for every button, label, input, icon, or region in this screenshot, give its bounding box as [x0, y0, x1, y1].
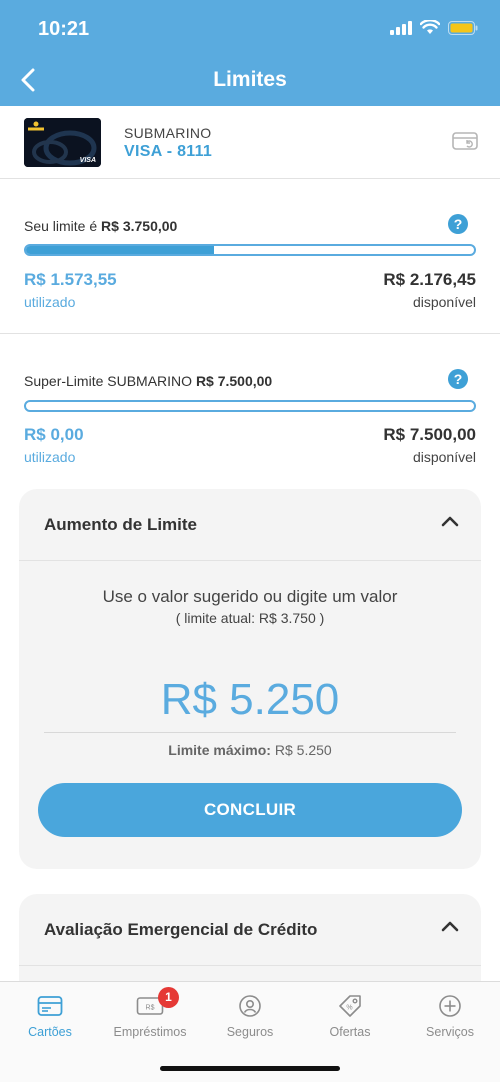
tab-servicos[interactable]: Serviços: [400, 992, 500, 1039]
max-limit-value: R$ 5.250: [270, 742, 332, 758]
plus-circle-icon: [439, 995, 461, 1017]
tab-label: Serviços: [426, 1025, 474, 1039]
home-indicator: [160, 1066, 340, 1071]
tab-label: Ofertas: [329, 1025, 371, 1039]
emergency-credit-header[interactable]: Avaliação Emergencial de Crédito: [19, 894, 481, 966]
super-limit-available-amount: R$ 7.500,00: [383, 425, 476, 444]
super-limit-help-icon[interactable]: ?: [448, 369, 468, 389]
super-limit-value: R$ 7.500,00: [195, 373, 273, 389]
status-time: 10:21: [38, 18, 90, 40]
tab-label: Empréstimos: [113, 1025, 187, 1039]
current-limit-note: ( limite atual: R$ 3.750 ): [175, 610, 325, 626]
battery-icon: [448, 20, 478, 35]
card-image: VISA: [24, 118, 101, 167]
tag-icon: %: [339, 995, 361, 1017]
super-limit-used-amount: R$ 0,00: [24, 425, 84, 444]
limit-help-icon[interactable]: ?: [448, 214, 468, 234]
limit-increase-panel: Aumento de Limite Use o valor sugerido o…: [19, 489, 481, 869]
limit-progress-fill: [26, 246, 215, 254]
nav-bar: Limites: [0, 56, 500, 106]
tab-seguros[interactable]: Seguros: [200, 992, 300, 1039]
conclude-button[interactable]: CONCLUIR: [38, 783, 462, 837]
limit-increase-title: Aumento de Limite: [44, 515, 198, 534]
svg-text:%: %: [346, 1005, 352, 1012]
credit-limit-section: Seu limite é R$ 3.750,00 ? R$ 1.573,55 R…: [0, 179, 500, 333]
super-limit-section: Super-Limite SUBMARINO R$ 7.500,00 ? R$ …: [0, 334, 500, 484]
chevron-up-icon: [441, 516, 459, 527]
card-name: SUBMARINO: [124, 125, 212, 141]
page-title: Limites: [213, 68, 287, 91]
status-icons: [390, 20, 478, 35]
emergency-credit-panel: Avaliação Emergencial de Crédito: [19, 894, 481, 994]
tab-ofertas[interactable]: % Ofertas: [300, 992, 400, 1039]
limit-increase-header[interactable]: Aumento de Limite: [19, 489, 481, 561]
status-bar: 10:21: [0, 0, 500, 56]
limit-available-amount: R$ 2.176,45: [383, 270, 476, 289]
limit-used-amount: R$ 1.573,55: [24, 270, 117, 289]
tab-label: Seguros: [226, 1025, 274, 1039]
limit-label: Seu limite é R$ 3.750,00: [24, 218, 177, 234]
emergency-credit-title: Avaliação Emergencial de Crédito: [44, 920, 318, 939]
super-limit-available-label: disponível: [412, 449, 476, 465]
limit-progress-bar: [24, 244, 476, 256]
wifi-icon: [420, 20, 440, 34]
card-selector[interactable]: VISA SUBMARINO VISA - 8111: [0, 106, 500, 179]
tab-label: Cartões: [28, 1025, 72, 1039]
super-limit-used-label: utilizado: [24, 449, 76, 465]
cards-icon: [37, 996, 63, 1016]
max-limit-note: Limite máximo: R$ 5.250: [19, 742, 481, 758]
super-limit-progress-bar: [24, 400, 476, 412]
limit-label-prefix: Seu limite é: [24, 218, 102, 234]
super-limit-label-prefix: Super-Limite SUBMARINO: [24, 373, 196, 389]
card-number: VISA - 8111: [124, 143, 213, 160]
limit-increase-instruction: Use o valor sugerido ou digite um valor: [102, 587, 398, 606]
limit-used-label: utilizado: [24, 294, 76, 310]
tab-emprestimos[interactable]: R$ 1 Empréstimos: [100, 987, 200, 1039]
loans-badge: 1: [158, 987, 179, 1008]
max-limit-label: Limite máximo:: [168, 742, 271, 758]
insurance-icon: [239, 995, 261, 1017]
limit-available-label: disponível: [412, 294, 476, 310]
tab-cartoes[interactable]: Cartões: [0, 992, 100, 1039]
card-network-label: VISA: [79, 157, 96, 164]
limit-value: R$ 3.750,00: [101, 218, 178, 234]
limit-amount-input[interactable]: [44, 667, 456, 733]
signal-icon: [390, 20, 412, 35]
svg-text:R$: R$: [146, 1005, 155, 1012]
super-limit-label: Super-Limite SUBMARINO R$ 7.500,00: [24, 373, 272, 389]
chevron-up-icon: [441, 921, 459, 932]
switch-card-icon[interactable]: [452, 130, 478, 157]
